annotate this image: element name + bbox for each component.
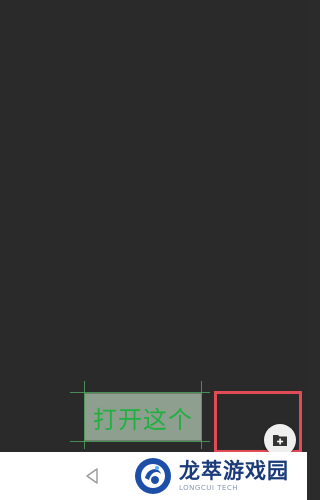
callout-guide-line bbox=[84, 381, 85, 449]
instruction-callout: 打开这个 bbox=[84, 393, 202, 441]
back-button[interactable] bbox=[80, 464, 104, 488]
callout-guide-line bbox=[70, 392, 210, 393]
brand-logo-icon bbox=[135, 458, 171, 494]
watermark: 龙萃游戏园 LONGCUI TECH bbox=[133, 456, 303, 496]
callout-guide-line bbox=[70, 441, 210, 442]
callout-guide-line bbox=[201, 381, 202, 449]
add-folder-icon bbox=[273, 435, 287, 446]
watermark-title: 龙萃游戏园 bbox=[179, 459, 289, 483]
callout-text: 打开这个 bbox=[93, 405, 193, 434]
back-triangle-icon bbox=[86, 468, 98, 484]
watermark-subtitle: LONGCUI TECH bbox=[179, 484, 238, 492]
app-screen bbox=[0, 0, 307, 452]
